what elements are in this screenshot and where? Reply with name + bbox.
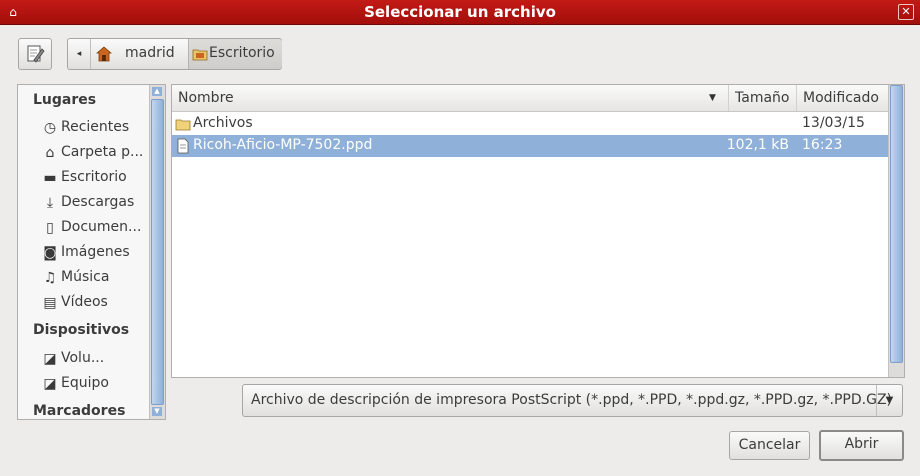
path-scroll-left-button[interactable]: ◂ <box>68 39 91 69</box>
file-modified: 16:23 <box>802 137 843 153</box>
sidebar-item-label: Música <box>61 269 110 285</box>
path-label-escritorio: Escritorio <box>209 45 275 61</box>
home-icon: ⌂ <box>45 145 55 161</box>
sidebar-item-carpeta-personal[interactable]: ⌂ Carpeta p... <box>42 142 149 164</box>
document-icon: ▯ <box>46 220 54 236</box>
column-header-row: Nombre ▼ Tamaño Modificado <box>172 85 888 112</box>
cancel-button[interactable]: Cancelar <box>729 431 810 460</box>
sidebar-item-label: Recientes <box>61 119 130 135</box>
column-label: Nombre <box>178 90 234 106</box>
home-folder-icon <box>96 46 112 62</box>
scroll-up-arrow-icon[interactable]: ▲ <box>152 87 162 96</box>
drive-icon: ◪ <box>43 351 57 367</box>
file-row-selected[interactable]: Ricoh-Aficio-MP-7502.ppd 102,1 kB 16:23 <box>172 135 888 157</box>
sidebar-item-label: Equipo <box>61 375 109 391</box>
file-row[interactable]: Archivos 13/03/15 <box>172 113 888 135</box>
open-button[interactable]: Abrir <box>819 430 904 461</box>
column-header-nombre[interactable]: Nombre <box>172 85 729 111</box>
clock-icon: ◷ <box>43 120 57 136</box>
column-header-modificado[interactable]: Modificado <box>797 85 888 111</box>
drive-icon: ◪ <box>43 376 57 392</box>
file-list: Nombre ▼ Tamaño Modificado Archivos 13/0… <box>171 84 905 378</box>
sidebar-item-label: Imágenes <box>61 244 130 260</box>
file-size: 102,1 kB <box>726 137 789 153</box>
sidebar-item-documentos[interactable]: ▯ Documen... <box>42 217 149 239</box>
devices-header: Dispositivos <box>33 322 130 338</box>
path-button-escritorio[interactable]: Escritorio <box>188 39 282 69</box>
desktop-folder-icon <box>192 49 208 61</box>
chevron-down-icon: ▼ <box>876 385 902 416</box>
window-title: Seleccionar un archivo <box>364 3 556 21</box>
sidebar-item-descargas[interactable]: ⤓ Descargas <box>42 192 149 214</box>
sidebar-item-label: Volu... <box>61 350 105 366</box>
document-icon <box>177 138 189 154</box>
camera-icon: ◙ <box>43 245 57 261</box>
path-bar: ◂ madrid Escritorio <box>67 38 282 70</box>
sidebar-scrollbar[interactable]: ▲ ▼ <box>149 85 165 419</box>
title-bar: ⌂ Seleccionar un archivo ✕ <box>0 0 920 25</box>
music-icon: ♫ <box>43 270 57 286</box>
folder-icon: ▬ <box>43 170 57 186</box>
sort-arrow-icon: ▼ <box>709 93 716 103</box>
sidebar-item-label: Escritorio <box>61 169 127 185</box>
sidebar-item-equipo[interactable]: ◪ Equipo <box>42 373 149 395</box>
sidebar-item-label: Documen... <box>61 219 142 235</box>
edit-location-button[interactable] <box>18 38 52 70</box>
file-name: Archivos <box>193 115 253 131</box>
bookmarks-header: Marcadores <box>33 403 126 419</box>
column-header-tamano[interactable]: Tamaño <box>729 85 797 111</box>
sidebar-item-escritorio[interactable]: ▬ Escritorio <box>42 167 149 189</box>
sidebar-item-musica[interactable]: ♫ Música <box>42 267 149 289</box>
sidebar-item-volume[interactable]: ◪ Volu... ⏏ <box>42 348 162 370</box>
file-list-scrollbar[interactable] <box>888 85 904 377</box>
folder-icon <box>175 119 191 131</box>
sidebar-item-label: Carpeta p... <box>61 144 144 160</box>
file-chooser-dialog: ⌂ Seleccionar un archivo ✕ ◂ madrid Escr… <box>0 0 920 476</box>
sidebar-scroll-thumb[interactable] <box>151 99 164 405</box>
places-sidebar: Lugares ◷ Recientes ⌂ Carpeta p... ▬ Esc… <box>17 84 166 420</box>
edit-location-icon <box>27 45 45 63</box>
close-icon[interactable]: ✕ <box>898 4 914 20</box>
path-label-madrid: madrid <box>125 45 175 61</box>
film-icon: ▤ <box>43 295 57 311</box>
scroll-down-arrow-icon[interactable]: ▼ <box>152 407 162 416</box>
file-name: Ricoh-Aficio-MP-7502.ppd <box>193 137 373 153</box>
download-icon: ⤓ <box>46 195 54 211</box>
file-list-scroll-thumb[interactable] <box>890 85 903 363</box>
sidebar-item-label: Descargas <box>61 194 135 210</box>
sidebar-item-label: Vídeos <box>61 294 108 310</box>
file-modified: 13/03/15 <box>802 115 865 131</box>
places-header: Lugares <box>33 92 97 108</box>
sidebar-item-videos[interactable]: ▤ Vídeos <box>42 292 149 314</box>
sidebar-item-imagenes[interactable]: ◙ Imágenes <box>42 242 149 264</box>
column-label: Modificado <box>803 90 879 106</box>
column-label: Tamaño <box>735 90 790 106</box>
sidebar-item-recientes[interactable]: ◷ Recientes <box>42 117 149 139</box>
file-type-filter-select[interactable]: Archivo de descripción de impresora Post… <box>242 384 903 417</box>
filter-selected-value: Archivo de descripción de impresora Post… <box>251 392 893 408</box>
